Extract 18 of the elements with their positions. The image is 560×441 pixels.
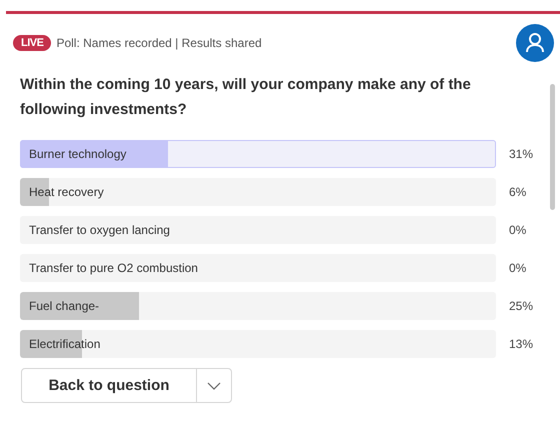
option-label: Transfer to oxygen lancing bbox=[28, 223, 170, 237]
option-label: Electrification bbox=[28, 337, 100, 351]
live-badge: LIVE bbox=[13, 35, 52, 51]
percent-label: 13% bbox=[509, 337, 534, 351]
avatar-icon[interactable] bbox=[516, 24, 554, 62]
poll-status: Poll: Names recorded | Results shared bbox=[56, 36, 262, 50]
percent-label: 6% bbox=[509, 185, 526, 199]
question-text: Within the coming 10 years, will your company make any of the following investments? bbox=[20, 75, 472, 120]
option-label: Fuel change- bbox=[28, 299, 100, 313]
option-label: Heat recovery bbox=[28, 185, 104, 199]
option-label: Burner technology bbox=[28, 147, 126, 161]
percent-label: 0% bbox=[509, 223, 526, 237]
scrollbar[interactable] bbox=[550, 84, 555, 210]
percent-label: 31% bbox=[509, 147, 534, 161]
option-label: Transfer to pure O2 combustion bbox=[28, 261, 198, 275]
percent-label: 0% bbox=[509, 261, 526, 275]
chevron-down-icon bbox=[207, 382, 221, 390]
percent-label: 25% bbox=[509, 299, 534, 313]
